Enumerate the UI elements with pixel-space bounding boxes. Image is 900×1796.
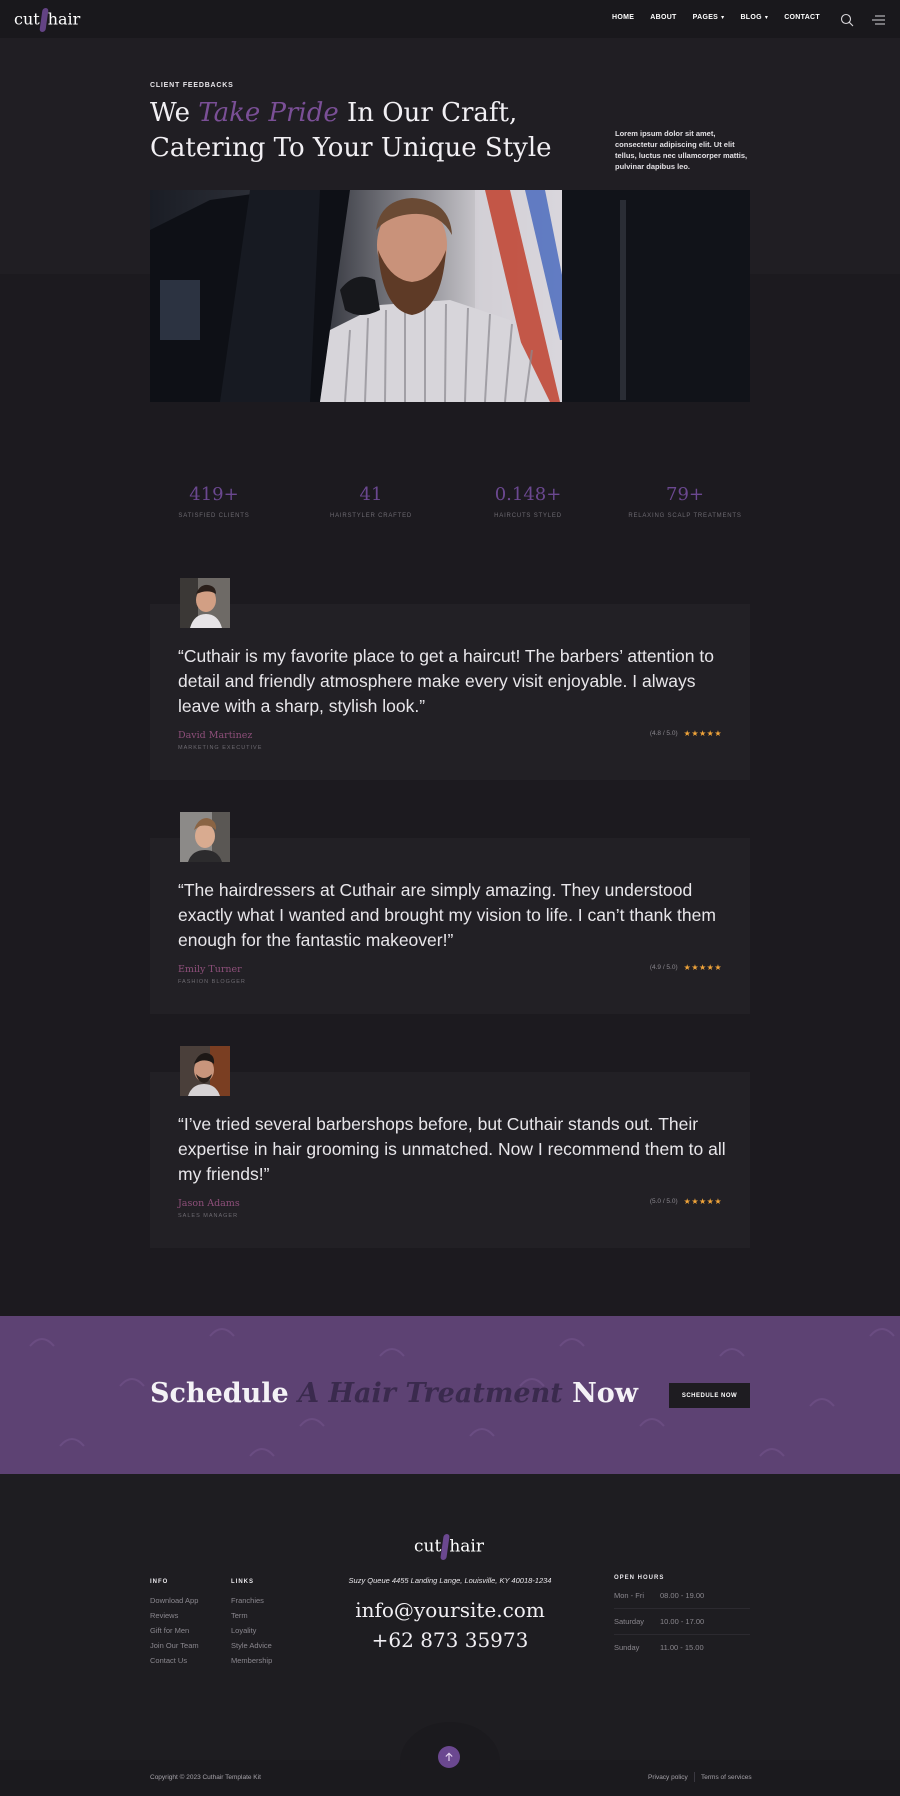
hero-barber-image: [150, 190, 750, 402]
footer-link-join-team[interactable]: Join Our Team: [150, 1641, 199, 1650]
footer-logo[interactable]: cut hair: [414, 1534, 484, 1560]
copyright-text: Copyright © 2023 Cuthair Template Kit: [150, 1774, 261, 1781]
hours-time: 10.00 - 17.00: [660, 1617, 705, 1626]
logo-text-right: hair: [47, 9, 81, 29]
stat-satisfied-clients: 419+ SATISFIED CLIENTS: [136, 484, 292, 519]
divider: [694, 1772, 695, 1782]
testimonial-rating: (4.9 / 5.0) ★★★★★: [650, 963, 722, 972]
avatar: [180, 578, 230, 628]
divider: [614, 1608, 750, 1609]
main-nav: HOME ABOUT PAGES ▾ BLOG ▾ CONTACT: [612, 14, 820, 21]
stat-label: RELAXING SCALP TREATMENTS: [628, 513, 742, 519]
footer-link-style-advice[interactable]: Style Advice: [231, 1641, 272, 1650]
testimonial-name: Emily Turner: [178, 964, 242, 975]
footer-links-heading: LINKS: [231, 1579, 254, 1585]
testimonial-role: SALES MANAGER: [178, 1213, 239, 1219]
nav-contact[interactable]: CONTACT: [784, 14, 820, 21]
chevron-down-icon: ▾: [721, 15, 725, 21]
testimonial-quote: “I’ve tried several barbershops before, …: [178, 1114, 726, 1184]
stat-value: 41: [359, 484, 383, 505]
chevron-down-icon: ▾: [764, 15, 769, 21]
nav-pages[interactable]: PAGES ▾: [693, 14, 725, 21]
footer-link-download-app[interactable]: Download App: [150, 1596, 198, 1605]
hours-time: 08.00 - 19.00: [660, 1591, 705, 1600]
rating-value: (4.8 / 5.0): [649, 730, 678, 737]
menu-icon[interactable]: [872, 13, 886, 27]
footer-link-term[interactable]: Term: [231, 1611, 248, 1620]
testimonial-rating: (5.0 / 5.0) ★★★★★: [650, 1197, 722, 1206]
footer-link-gift[interactable]: Gift for Men: [150, 1626, 189, 1635]
stat-scalp-treatments: 79+ RELAXING SCALP TREATMENTS: [607, 484, 763, 519]
hero-title-accent: Take Pride: [198, 98, 339, 128]
cta-title-pre: Schedule: [150, 1378, 299, 1409]
cta-title-post: Now: [562, 1378, 639, 1409]
nav-about[interactable]: ABOUT: [650, 14, 676, 21]
logo-text-left: cut: [14, 9, 40, 29]
testimonial-role: FASHION BLOGGER: [178, 979, 246, 985]
logo-text-right: hair: [449, 1536, 484, 1557]
footer-hours-heading: OPEN HOURS: [614, 1575, 665, 1581]
footer-link-membership[interactable]: Membership: [231, 1656, 272, 1665]
footer-email[interactable]: info@yoursite.com: [300, 1598, 600, 1622]
stat-value: 419+: [189, 484, 239, 505]
avatar: [180, 812, 230, 862]
testimonial-role: MARKETING EXECUTIVE: [178, 745, 263, 751]
stat-value: 79+: [666, 484, 704, 505]
cta-title-accent: A Hair Treatment: [298, 1378, 563, 1409]
testimonial-quote: “The hairdressers at Cuthair are simply …: [178, 880, 716, 950]
stat-label: HAIRSTYLER CRAFTED: [329, 513, 413, 519]
hours-day: Mon - Fri: [614, 1591, 644, 1600]
terms-link[interactable]: Terms of services: [701, 1774, 752, 1781]
footer-address: Suzy Queue 4455 Landing Lange, Louisvill…: [348, 1576, 552, 1585]
stat-value: 0.148+: [494, 484, 562, 505]
rating-value: (5.0 / 5.0): [649, 1198, 678, 1205]
footer-link-contact[interactable]: Contact Us: [150, 1656, 187, 1665]
testimonial-name: David Martinez: [178, 730, 253, 741]
schedule-cta-section: Schedule A Hair Treatment Now SCHEDULE N…: [0, 1316, 900, 1474]
footer-phone[interactable]: +62 873 35973: [300, 1628, 600, 1652]
nav-blog[interactable]: BLOG ▾: [740, 14, 768, 21]
avatar: [180, 1046, 230, 1096]
hours-time: 11.00 - 15.00: [660, 1643, 704, 1652]
hero-title: We Take Pride In Our Craft, Catering To …: [150, 96, 570, 166]
hours-day: Saturday: [614, 1617, 645, 1626]
stat-label: SATISFIED CLIENTS: [178, 513, 250, 519]
stat-hairstyler-crafted: 41 HAIRSTYLER CRAFTED: [293, 484, 449, 519]
stat-haircuts-styled: 0.148+ HAIRCUTS STYLED: [450, 484, 606, 519]
avatar-emily: [180, 812, 230, 862]
back-to-top-button[interactable]: [438, 1746, 460, 1768]
nav-home[interactable]: HOME: [612, 14, 634, 21]
divider: [614, 1634, 750, 1635]
nav-blog-label: BLOG: [740, 14, 762, 21]
stat-label: HAIRCUTS STYLED: [494, 513, 562, 519]
hero-description: Lorem ipsum dolor sit amet, consectetur …: [615, 129, 748, 171]
privacy-policy-link[interactable]: Privacy policy: [648, 1774, 688, 1781]
hours-day: Sunday: [614, 1643, 640, 1652]
site-logo[interactable]: cut hair: [14, 8, 80, 32]
section-eyebrow: CLIENT FEEDBACKS: [150, 82, 234, 89]
footer-info-heading: INFO: [150, 1579, 169, 1585]
logo-text-left: cut: [414, 1536, 442, 1557]
rating-value: (4.9 / 5.0): [649, 964, 678, 971]
testimonial-rating: (4.8 / 5.0) ★★★★★: [650, 729, 722, 738]
avatar-david: [180, 578, 230, 628]
star-icon: ★★★★★: [683, 963, 722, 972]
nav-pages-label: PAGES: [692, 14, 719, 21]
cta-title: Schedule A Hair Treatment Now: [150, 1378, 638, 1409]
star-icon: ★★★★★: [683, 1197, 722, 1206]
search-icon[interactable]: [840, 13, 854, 27]
avatar-jason: [180, 1046, 230, 1096]
testimonial-name: Jason Adams: [178, 1198, 240, 1209]
footer-link-loyality[interactable]: Loyality: [231, 1626, 256, 1635]
footer-link-reviews[interactable]: Reviews: [150, 1611, 178, 1620]
schedule-now-button[interactable]: SCHEDULE NOW: [669, 1383, 750, 1408]
testimonial-quote: “Cuthair is my favorite place to get a h…: [178, 646, 714, 716]
barber-illustration: [150, 190, 750, 402]
footer-link-franchies[interactable]: Franchies: [231, 1596, 264, 1605]
star-icon: ★★★★★: [683, 729, 722, 738]
hero-title-pre: We: [150, 98, 199, 128]
arrow-up-icon: [445, 1752, 453, 1761]
